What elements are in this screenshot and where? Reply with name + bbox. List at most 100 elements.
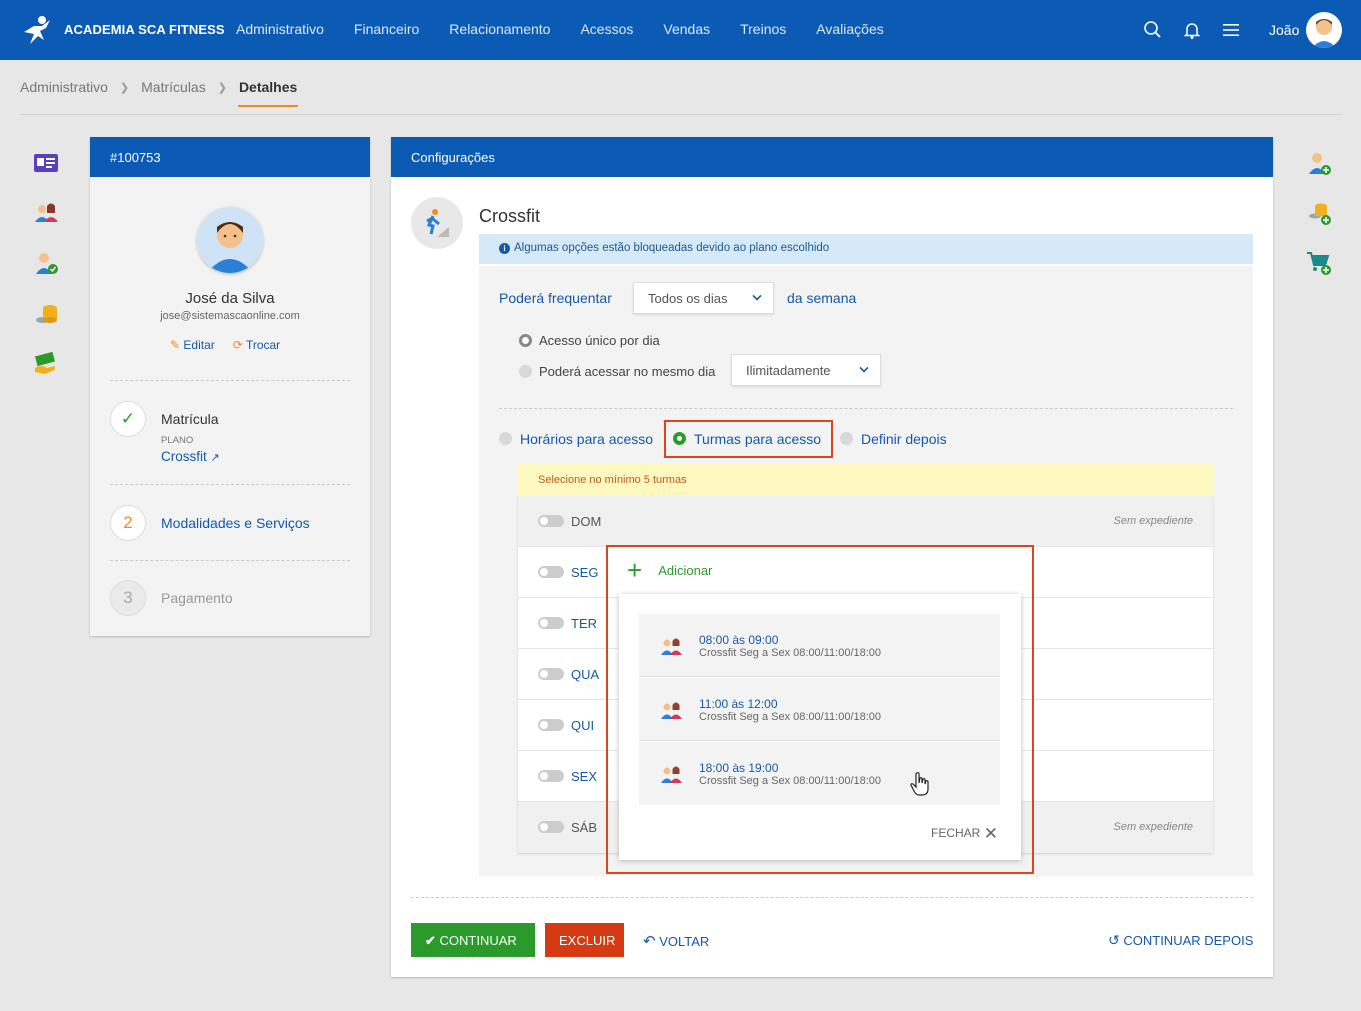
step-pagamento: Pagamento <box>161 590 233 606</box>
frequency-select[interactable]: Todos os dias <box>633 282 774 314</box>
day-label: SÁB <box>571 820 598 835</box>
add-cart-icon[interactable] <box>1306 250 1332 276</box>
continue-button[interactable]: ✔ CONTINUAR <box>411 923 535 957</box>
bell-icon[interactable] <box>1182 20 1202 40</box>
radio-multi-access[interactable] <box>519 365 532 378</box>
search-icon[interactable] <box>1143 20 1163 40</box>
user-avatar[interactable] <box>1306 12 1342 48</box>
swap-button[interactable]: ⟳ Trocar <box>233 338 280 352</box>
step-matricula[interactable]: Matrícula <box>161 411 219 427</box>
check-icon: ✔ <box>425 933 436 948</box>
breadcrumb-divider <box>20 114 1343 115</box>
back-icon: ↶ <box>643 933 656 950</box>
day-label: QUI <box>571 718 595 733</box>
nav-financeiro[interactable]: Financeiro <box>354 21 419 37</box>
horarios-label[interactable]: Horários para acesso <box>520 431 653 447</box>
day-toggle[interactable] <box>538 515 564 527</box>
enrollment-id: #100753 <box>90 137 370 177</box>
definir-depois-label[interactable]: Definir depois <box>861 431 947 447</box>
breadcrumb: Administrativo ❯ Matrículas ❯ Detalhes <box>20 79 299 107</box>
nav-vendas[interactable]: Vendas <box>663 21 710 37</box>
nav-avaliacoes[interactable]: Avaliações <box>816 21 883 37</box>
chevron-right-icon: ❯ <box>119 81 130 94</box>
warning-banner: Selecione no mínimo 5 turmas <box>518 464 1213 496</box>
info-banner: i Algumas opções estão bloqueadas devido … <box>479 234 1253 264</box>
brand-name[interactable]: ACADEMIA SCA FITNESS <box>64 22 225 37</box>
day-row-dom: DOM Sem expediente <box>518 496 1213 547</box>
swap-label: Trocar <box>245 338 281 352</box>
multi-access-select[interactable]: Ilimitadamente <box>731 354 881 386</box>
info-icon: i <box>499 243 510 254</box>
enrollment-card-icon[interactable] <box>33 150 59 176</box>
user-check-icon[interactable] <box>33 250 59 276</box>
step-number: 2 <box>110 505 146 541</box>
day-label: QUA <box>571 667 600 682</box>
chevron-right-icon: ❯ <box>217 81 227 94</box>
radio-single-access[interactable] <box>519 334 532 347</box>
step-number: 3 <box>110 580 146 616</box>
user-name[interactable]: João <box>1269 22 1299 38</box>
modality-title: Crossfit <box>479 206 541 226</box>
breadcrumb-matriculas[interactable]: Matrículas <box>141 79 206 95</box>
enrollment-summary-card: #100753 José da Silva jose@sistemascaonl… <box>90 137 370 636</box>
chevron-down-icon <box>752 291 762 301</box>
radio-definir-depois[interactable] <box>840 432 853 445</box>
radio-horarios[interactable] <box>499 432 512 445</box>
breadcrumb-administrativo[interactable]: Administrativo <box>20 79 108 95</box>
day-toggle[interactable] <box>538 770 564 782</box>
frequency-suffix: da semana <box>787 290 857 306</box>
day-toggle[interactable] <box>538 719 564 731</box>
refresh-icon: ⟳ <box>232 338 243 352</box>
add-user-icon[interactable] <box>1306 150 1332 176</box>
day-status: Sem expediente <box>1113 821 1194 833</box>
nav-acessos[interactable]: Acessos <box>580 21 633 37</box>
nav-relacionamento[interactable]: Relacionamento <box>449 21 550 37</box>
divider <box>110 560 350 561</box>
nav-administrativo[interactable]: Administrativo <box>236 21 324 37</box>
delete-button[interactable]: EXCLUIR <box>545 923 624 957</box>
divider <box>110 484 350 485</box>
day-toggle[interactable] <box>538 668 564 680</box>
coins-icon[interactable] <box>33 300 59 326</box>
step-done-icon: ✓ <box>110 401 146 437</box>
back-label: VOLTAR <box>659 934 710 949</box>
step-modalidades[interactable]: Modalidades e Serviços <box>161 515 310 531</box>
menu-icon[interactable] <box>1221 20 1241 40</box>
continue-label: CONTINUAR <box>439 933 517 948</box>
day-toggle[interactable] <box>538 566 564 578</box>
payment-icon[interactable] <box>33 350 59 376</box>
profile-avatar <box>197 207 263 273</box>
day-label: TER <box>571 616 597 631</box>
card-title: Configurações <box>391 137 1273 177</box>
profile-actions: ✎ Editar ⟳ Trocar <box>170 338 280 352</box>
chevron-down-icon <box>859 363 869 373</box>
frequency-value: Todos os dias <box>648 291 728 306</box>
history-icon: ↺ <box>1108 932 1120 948</box>
top-navbar: ACADEMIA SCA FITNESS Administrativo Fina… <box>0 0 1361 60</box>
external-link-icon: ↗ <box>210 452 220 464</box>
edit-button[interactable]: ✎ Editar <box>170 338 215 352</box>
student-email: jose@sistemascaonline.com <box>160 310 300 322</box>
plan-link[interactable]: Crossfit ↗ <box>161 449 220 464</box>
day-status: Sem expediente <box>1113 515 1194 527</box>
add-coins-icon[interactable] <box>1306 200 1332 226</box>
group-icon[interactable] <box>33 200 59 226</box>
day-label: DOM <box>571 514 602 529</box>
radio-turmas[interactable] <box>673 432 686 445</box>
back-button[interactable]: ↶ VOLTAR <box>643 932 709 950</box>
divider <box>499 408 1233 409</box>
logo-icon[interactable] <box>20 12 56 48</box>
nav-treinos[interactable]: Treinos <box>740 21 786 37</box>
day-label: SEX <box>571 769 598 784</box>
divider <box>110 380 350 381</box>
day-toggle[interactable] <box>538 617 564 629</box>
single-access-label: Acesso único por dia <box>539 333 660 348</box>
day-toggle[interactable] <box>538 821 564 833</box>
turmas-label[interactable]: Turmas para acesso <box>694 431 821 447</box>
continue-later-button[interactable]: ↺ CONTINUAR DEPOIS <box>1108 932 1253 949</box>
student-name: José da Silva <box>185 290 275 307</box>
edit-label: Editar <box>183 338 215 352</box>
main-nav: Administrativo Financeiro Relacionamento… <box>236 21 884 37</box>
plan-name: Crossfit <box>161 449 207 464</box>
continue-later-label: CONTINUAR DEPOIS <box>1123 933 1254 948</box>
